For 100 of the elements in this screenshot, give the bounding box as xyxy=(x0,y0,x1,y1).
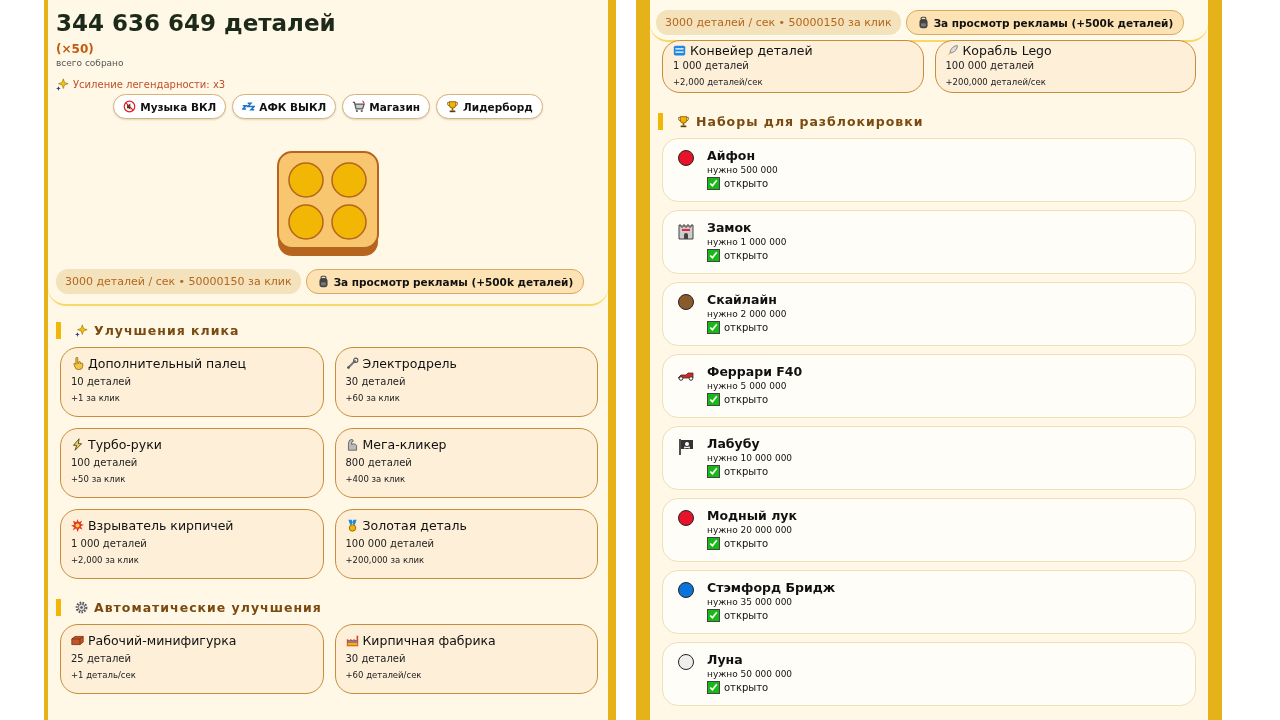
set-requirement: нужно 2 000 000 xyxy=(707,309,787,319)
set-status: открыто xyxy=(724,322,769,333)
upgrade-name: Рабочий-минифигурка xyxy=(88,633,237,648)
settings-icon xyxy=(75,601,88,614)
lightning-icon xyxy=(71,438,84,451)
sparkle-icon xyxy=(75,324,88,337)
upgrade-effect: +1 за клик xyxy=(71,393,121,403)
set-card[interactable]: Стэмфорд Бридж нужно 35 000 000 открыто xyxy=(662,570,1196,634)
brick-icon xyxy=(71,634,84,647)
backpack-icon xyxy=(916,16,930,29)
upgrade-effect: +200,000 деталей/сек xyxy=(945,77,1047,87)
mute-icon xyxy=(123,100,137,113)
counter-caption: всего собрано xyxy=(56,58,125,68)
set-card[interactable]: Феррари F40 нужно 5 000 000 открыто xyxy=(662,354,1196,418)
upgrade-card[interactable]: Корабль Lego 100 000 деталей +200,000 деталей/сек xyxy=(934,40,1196,93)
ad-reward-button[interactable]: За просмотр рекламы (+500k деталей) xyxy=(905,10,1185,35)
set-status: открыто xyxy=(724,538,769,549)
multiplier-label: (×50) xyxy=(56,42,95,56)
accent-bar xyxy=(56,599,61,616)
upgrade-price: 25 деталей xyxy=(71,653,132,664)
upgrade-name: Турбо-руки xyxy=(88,437,162,452)
set-requirement: нужно 500 000 xyxy=(707,165,778,175)
upgrade-name: Кирпичная фабрика xyxy=(362,633,496,648)
set-requirement: нужно 20 000 000 xyxy=(707,525,794,535)
sparkle-icon xyxy=(56,78,69,91)
factory-icon xyxy=(345,634,359,647)
upgrade-effect: +60 деталей/сек xyxy=(345,670,423,680)
set-requirement: нужно 10 000 000 xyxy=(707,453,793,463)
upgrade-effect: +60 за клик xyxy=(345,393,401,403)
upgrade-price: 1 000 деталей xyxy=(673,60,750,71)
upgrade-effect: +2,000 деталей/сек xyxy=(673,77,764,87)
stats-pill: 3000 деталей / сек • 50000150 за клик xyxy=(656,10,901,35)
upgrade-card[interactable]: Взрыватель кирпичей 1 000 деталей +2,000 за клик xyxy=(60,509,324,579)
parts-counter: 344 636 649 деталей xyxy=(56,10,337,36)
upgrade-name: Мега-кликер xyxy=(362,437,447,452)
upgrade-name: Конвейер деталей xyxy=(690,43,813,58)
set-name: Лабубу xyxy=(707,436,761,451)
upgrade-effect: +400 за клик xyxy=(345,474,407,484)
upgrade-card[interactable]: Конвейер деталей 1 000 деталей +2,000 деталей/сек xyxy=(662,40,924,93)
cart-icon xyxy=(352,100,366,113)
upgrade-card[interactable]: Турбо-руки 100 деталей +50 за клик xyxy=(60,428,324,498)
ad-reward-button[interactable]: За просмотр рекламы (+500k деталей) xyxy=(305,269,585,294)
section-title: Автоматические улучшения xyxy=(94,600,322,615)
upgrade-name: Дополнительный палец xyxy=(88,356,246,371)
upgrade-effect: +50 за клик xyxy=(71,474,127,484)
upgrade-card[interactable]: Кирпичная фабрика 30 деталей +60 деталей/сек xyxy=(334,624,598,694)
set-name: Феррари F40 xyxy=(707,364,803,379)
set-card[interactable]: Модный лук нужно 20 000 000 открыто xyxy=(662,498,1196,562)
upgrade-card[interactable]: Золотая деталь 100 000 деталей +200,000 за клик xyxy=(334,509,598,579)
set-name: Айфон xyxy=(707,148,757,163)
explosion-icon xyxy=(71,519,84,532)
upgrade-card[interactable]: Рабочий-минифигурка 25 деталей +1 деталь/сек xyxy=(60,624,324,694)
trophy-icon xyxy=(446,100,460,113)
upgrade-card[interactable]: Электродрель 30 деталей +60 за клик xyxy=(334,347,598,417)
upgrade-name: Золотая деталь xyxy=(362,518,467,533)
set-status: открыто xyxy=(724,610,769,621)
set-status: открыто xyxy=(724,466,769,477)
upgrade-card[interactable]: Мега-кликер 800 деталей +400 за клик xyxy=(334,428,598,498)
set-status: открыто xyxy=(724,682,769,693)
toolbar-button[interactable]: Музыка ВКЛ xyxy=(113,94,227,119)
accent-bar xyxy=(658,113,663,130)
set-name: Замок xyxy=(707,220,753,235)
bonus-label: Усиление легендарности: x3 xyxy=(73,79,226,90)
set-card[interactable]: Луна нужно 50 000 000 открыто xyxy=(662,642,1196,706)
set-name: Стэмфорд Бридж xyxy=(707,580,836,595)
upgrade-name: Корабль Lego xyxy=(962,43,1052,58)
upgrade-price: 30 деталей xyxy=(345,653,407,664)
set-requirement: нужно 5 000 000 xyxy=(707,381,788,391)
set-name: Модный лук xyxy=(707,508,797,523)
wrench-icon xyxy=(345,357,359,370)
toolbar-button[interactable]: Магазин xyxy=(342,94,431,119)
set-card[interactable]: Замок нужно 1 000 000 открыто xyxy=(662,210,1196,274)
upgrade-effect: +1 деталь/сек xyxy=(71,670,137,680)
set-card[interactable]: Лабубу нужно 10 000 000 открыто xyxy=(662,426,1196,490)
upgrade-price: 30 деталей xyxy=(345,376,407,387)
pirate-flag-icon xyxy=(677,438,695,456)
toolbar-button[interactable]: Лидерборд xyxy=(436,94,543,119)
set-requirement: нужно 1 000 000 xyxy=(707,237,787,247)
toolbar-button[interactable]: АФК ВЫКЛ xyxy=(232,94,337,119)
sleep-icon xyxy=(242,100,256,113)
upgrade-effect: +2,000 за клик xyxy=(71,555,140,565)
set-status: открыто xyxy=(724,178,769,189)
upgrade-price: 100 000 деталей xyxy=(945,60,1036,71)
upgrade-effect: +200,000 за клик xyxy=(345,555,426,565)
stats-pill: 3000 деталей / сек • 50000150 за клик xyxy=(56,269,301,294)
accent-bar xyxy=(56,322,61,339)
set-status: открыто xyxy=(724,394,769,405)
set-requirement: нужно 35 000 000 xyxy=(707,597,794,607)
castle-icon xyxy=(677,222,695,240)
set-card[interactable]: Айфон нужно 500 000 открыто xyxy=(662,138,1196,202)
set-name: Скайлайн xyxy=(707,292,778,307)
set-requirement: нужно 50 000 000 xyxy=(707,669,793,679)
section-title: Наборы для разблокировки xyxy=(696,114,924,129)
lego-brick-clicker[interactable] xyxy=(277,151,379,257)
upgrade-card[interactable]: Дополнительный палец 10 деталей +1 за клик xyxy=(60,347,324,417)
trophy-icon xyxy=(677,115,690,128)
upgrade-price: 1 000 деталей xyxy=(71,538,148,549)
set-name: Луна xyxy=(707,652,744,667)
upgrade-name: Электродрель xyxy=(362,356,457,371)
set-card[interactable]: Скайлайн нужно 2 000 000 открыто xyxy=(662,282,1196,346)
